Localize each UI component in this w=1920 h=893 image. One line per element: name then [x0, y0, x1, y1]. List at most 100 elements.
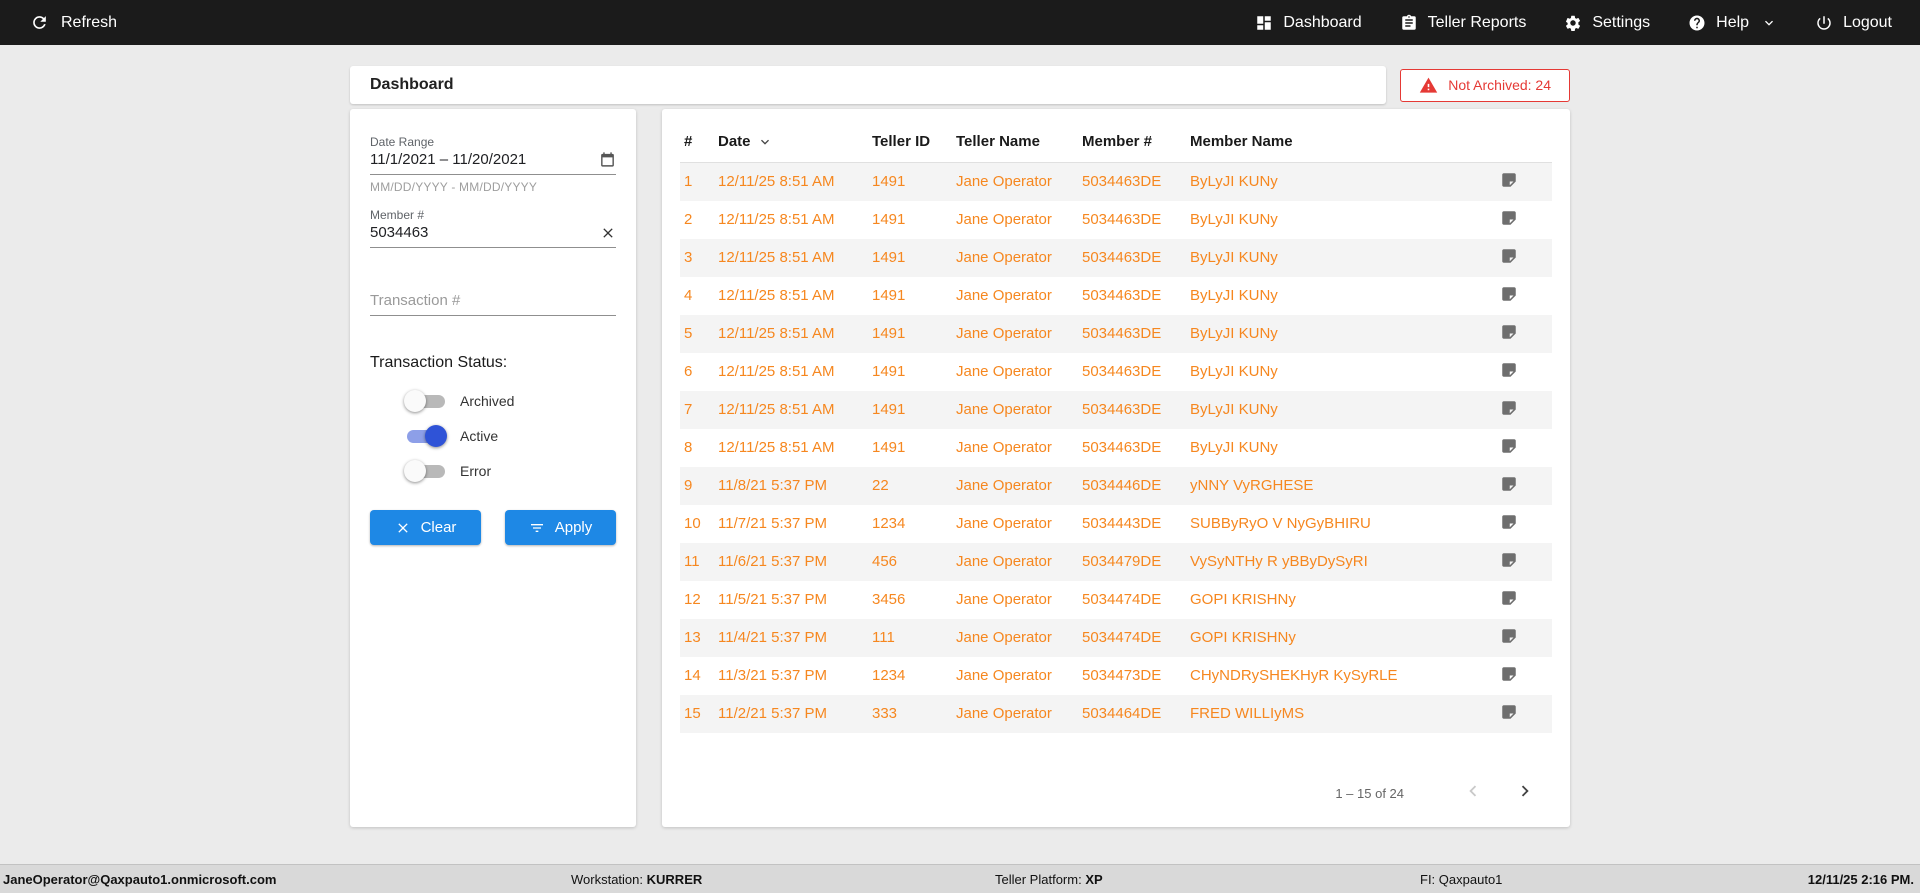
- note-icon[interactable]: [1492, 513, 1518, 535]
- nav-teller-reports[interactable]: Teller Reports: [1400, 14, 1527, 32]
- note-icon[interactable]: [1492, 475, 1518, 497]
- row-number: 7: [680, 391, 714, 429]
- member-number-label: Member #: [370, 208, 616, 222]
- not-archived-badge[interactable]: Not Archived: 24: [1400, 69, 1570, 102]
- pagination: 1 – 15 of 24: [1335, 776, 1540, 811]
- apply-button[interactable]: Apply: [505, 510, 616, 545]
- table-row[interactable]: 9 11/8/21 5:37 PM 22 Jane Operator 50344…: [680, 467, 1552, 505]
- calendar-icon[interactable]: [599, 151, 616, 168]
- table-row[interactable]: 7 12/11/25 8:51 AM 1491 Jane Operator 50…: [680, 391, 1552, 429]
- filter-icon: [529, 520, 545, 536]
- row-member-number: 5034463DE: [1078, 201, 1186, 239]
- prev-page-button[interactable]: [1458, 776, 1488, 811]
- row-member-number: 5034463DE: [1078, 391, 1186, 429]
- power-icon: [1815, 14, 1833, 32]
- note-icon[interactable]: [1492, 551, 1518, 573]
- note-icon[interactable]: [1492, 589, 1518, 611]
- transaction-number-placeholder: Transaction #: [370, 292, 460, 309]
- row-date: 11/7/21 5:37 PM: [714, 505, 868, 543]
- toggle-active[interactable]: Active: [404, 425, 616, 447]
- row-number: 11: [680, 543, 714, 581]
- row-teller-name: Jane Operator: [952, 467, 1078, 505]
- row-number: 6: [680, 353, 714, 391]
- row-note-cell: [1488, 429, 1552, 467]
- table-row[interactable]: 14 11/3/21 5:37 PM 1234 Jane Operator 50…: [680, 657, 1552, 695]
- table-row[interactable]: 2 12/11/25 8:51 AM 1491 Jane Operator 50…: [680, 201, 1552, 239]
- row-note-cell: [1488, 163, 1552, 201]
- note-icon[interactable]: [1492, 399, 1518, 421]
- results-panel: # Date Teller ID Teller Name Member #: [662, 109, 1570, 827]
- row-number: 1: [680, 163, 714, 201]
- note-icon[interactable]: [1492, 247, 1518, 269]
- note-icon[interactable]: [1492, 323, 1518, 345]
- note-icon[interactable]: [1492, 361, 1518, 383]
- row-date: 12/11/25 8:51 AM: [714, 315, 868, 353]
- row-teller-name: Jane Operator: [952, 239, 1078, 277]
- row-date: 12/11/25 8:51 AM: [714, 239, 868, 277]
- row-teller-id: 1234: [868, 657, 952, 695]
- clear-member-icon[interactable]: [600, 225, 616, 241]
- nav-logout[interactable]: Logout: [1815, 14, 1892, 32]
- warning-icon: [1419, 76, 1438, 95]
- nav-settings[interactable]: Settings: [1564, 14, 1650, 32]
- row-member-name: FRED WILLIyMS: [1186, 695, 1488, 733]
- next-page-button[interactable]: [1510, 776, 1540, 811]
- toggle-switch: [404, 425, 448, 447]
- row-member-name: ByLyJI KUNy: [1186, 391, 1488, 429]
- table-row[interactable]: 10 11/7/21 5:37 PM 1234 Jane Operator 50…: [680, 505, 1552, 543]
- table-row[interactable]: 3 12/11/25 8:51 AM 1491 Jane Operator 50…: [680, 239, 1552, 277]
- table-row[interactable]: 12 11/5/21 5:37 PM 3456 Jane Operator 50…: [680, 581, 1552, 619]
- table-row[interactable]: 6 12/11/25 8:51 AM 1491 Jane Operator 50…: [680, 353, 1552, 391]
- clear-button[interactable]: Clear: [370, 510, 481, 545]
- toggle-error[interactable]: Error: [404, 460, 616, 482]
- table-row[interactable]: 8 12/11/25 8:51 AM 1491 Jane Operator 50…: [680, 429, 1552, 467]
- note-icon[interactable]: [1492, 703, 1518, 725]
- note-icon[interactable]: [1492, 627, 1518, 649]
- row-date: 12/11/25 8:51 AM: [714, 391, 868, 429]
- note-icon[interactable]: [1492, 209, 1518, 231]
- row-note-cell: [1488, 201, 1552, 239]
- help-icon: [1688, 14, 1706, 32]
- clear-button-label: Clear: [421, 519, 457, 536]
- col-teller-id: Teller ID: [868, 125, 952, 163]
- row-teller-id: 1491: [868, 239, 952, 277]
- row-teller-id: 1491: [868, 277, 952, 315]
- toggle-error-label: Error: [460, 463, 491, 479]
- col-member-number: Member #: [1078, 125, 1186, 163]
- row-teller-id: 1491: [868, 429, 952, 467]
- table-row[interactable]: 13 11/4/21 5:37 PM 111 Jane Operator 503…: [680, 619, 1552, 657]
- table-row[interactable]: 15 11/2/21 5:37 PM 333 Jane Operator 503…: [680, 695, 1552, 733]
- row-teller-name: Jane Operator: [952, 543, 1078, 581]
- nav-dashboard[interactable]: Dashboard: [1255, 14, 1361, 32]
- note-icon[interactable]: [1492, 437, 1518, 459]
- not-archived-label: Not Archived: 24: [1448, 77, 1551, 93]
- row-teller-name: Jane Operator: [952, 163, 1078, 201]
- row-member-name: GOPI KRISHNy: [1186, 581, 1488, 619]
- refresh-button[interactable]: Refresh: [30, 13, 117, 32]
- status-toggles: Archived Active Error: [404, 390, 616, 482]
- toggle-archived[interactable]: Archived: [404, 390, 616, 412]
- refresh-icon: [30, 13, 49, 32]
- table-row[interactable]: 5 12/11/25 8:51 AM 1491 Jane Operator 50…: [680, 315, 1552, 353]
- table-row[interactable]: 4 12/11/25 8:51 AM 1491 Jane Operator 50…: [680, 277, 1552, 315]
- row-date: 12/11/25 8:51 AM: [714, 429, 868, 467]
- row-member-name: ByLyJI KUNy: [1186, 163, 1488, 201]
- row-member-number: 5034473DE: [1078, 657, 1186, 695]
- row-note-cell: [1488, 315, 1552, 353]
- nav-help[interactable]: Help: [1688, 14, 1777, 32]
- transactions-table: # Date Teller ID Teller Name Member #: [680, 125, 1552, 733]
- table-row[interactable]: 1 12/11/25 8:51 AM 1491 Jane Operator 50…: [680, 163, 1552, 201]
- date-range-input[interactable]: 11/1/2021 – 11/20/2021: [370, 151, 616, 175]
- note-icon[interactable]: [1492, 285, 1518, 307]
- table-row[interactable]: 11 11/6/21 5:37 PM 456 Jane Operator 503…: [680, 543, 1552, 581]
- top-nav: Dashboard Teller Reports Settings Help: [1255, 14, 1892, 32]
- footer-datetime: 12/11/25 2:16 PM.: [1808, 872, 1914, 887]
- transaction-number-input[interactable]: Transaction #: [370, 292, 616, 316]
- note-icon[interactable]: [1492, 665, 1518, 687]
- col-date[interactable]: Date: [714, 125, 868, 163]
- date-range-label: Date Range: [370, 135, 616, 149]
- note-icon[interactable]: [1492, 171, 1518, 193]
- row-teller-id: 1491: [868, 353, 952, 391]
- member-number-input[interactable]: 5034463: [370, 224, 616, 248]
- sort-desc-icon[interactable]: [757, 134, 773, 150]
